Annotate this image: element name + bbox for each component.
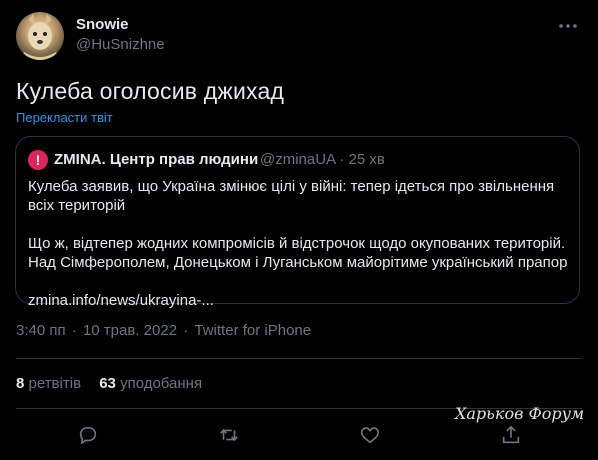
meta-separator-2: ·	[183, 322, 189, 339]
tweet-text: Кулеба оголосив джихад	[16, 78, 285, 104]
tweet-stats: 8 ретвітів 63 уподобання	[16, 375, 216, 392]
retweets-label: ретвітів	[28, 375, 82, 392]
tweet-date[interactable]: 10 трав. 2022	[83, 322, 177, 339]
divider	[16, 358, 582, 359]
retweet-icon[interactable]	[218, 424, 240, 446]
tweet-time[interactable]: 3:40 пп	[16, 322, 66, 339]
quoted-link[interactable]: zmina.info/news/ukrayina-...	[28, 292, 214, 309]
quoted-handle-time: @zminaUA · 25 хв	[260, 151, 385, 168]
ukraine-flag-icon	[30, 274, 48, 287]
quoted-paragraph-2: Що ж, відтепер жодних компромісів й відс…	[28, 234, 568, 291]
reply-icon[interactable]	[77, 424, 99, 446]
author-display-name[interactable]: Snowie	[76, 16, 129, 33]
likes-stat[interactable]: 63 уподобання	[99, 375, 202, 392]
meta-separator-1: ·	[71, 322, 77, 339]
like-icon[interactable]	[359, 424, 381, 446]
quoted-tweet[interactable]: ! ZMINA. Центр прав людини @zminaUA · 25…	[15, 136, 580, 309]
quoted-paragraph-1: Кулеба заявив, що Україна змінює цілі у …	[28, 178, 555, 214]
avatar[interactable]	[16, 12, 64, 60]
tweet-header: Snowie @HuSnizhne	[16, 12, 582, 60]
avatar-image	[20, 14, 60, 60]
likes-label: уподобання	[120, 375, 203, 392]
quoted-paragraph-2-text: Що ж, відтепер жодних компромісів й відс…	[28, 235, 568, 271]
tweet-source[interactable]: Twitter for iPhone	[194, 322, 311, 339]
translate-tweet-link[interactable]: Перекласти твіт	[16, 110, 113, 125]
likes-count: 63	[99, 375, 116, 392]
quoted-author-name: ZMINA. Центр прав людини	[54, 151, 259, 168]
author-handle[interactable]: @HuSnizhne	[76, 36, 165, 53]
share-icon[interactable]	[500, 424, 522, 446]
quoted-avatar: !	[28, 150, 48, 170]
more-icon[interactable]	[556, 16, 580, 36]
quoted-text: Кулеба заявив, що Україна змінює цілі у …	[28, 177, 568, 310]
tweet-meta: 3:40 пп · 10 трав. 2022 · Twitter for iP…	[16, 322, 313, 339]
tweet-actions	[0, 420, 598, 452]
retweets-count: 8	[16, 375, 25, 392]
retweets-stat[interactable]: 8 ретвітів	[16, 375, 81, 392]
